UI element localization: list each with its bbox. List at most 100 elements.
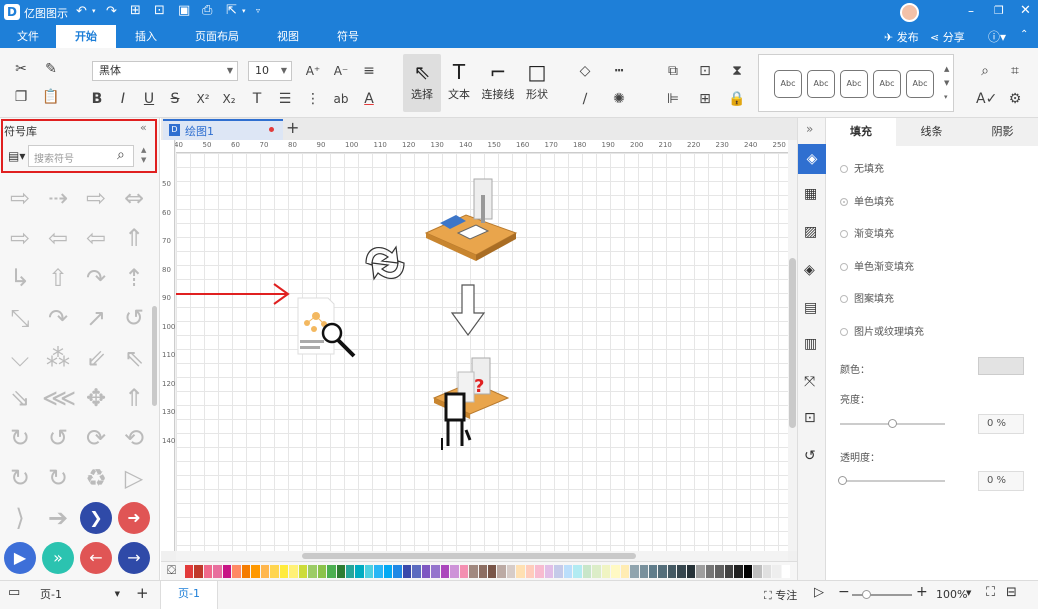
color-swatch[interactable] <box>592 565 601 578</box>
color-swatch[interactable] <box>554 565 563 578</box>
search-icon[interactable]: ⌕ <box>117 147 125 163</box>
brightness-slider[interactable] <box>840 419 945 428</box>
play-icon[interactable]: ▷ <box>814 585 824 600</box>
distribute-icon[interactable]: ⊞ <box>696 90 714 108</box>
color-swatch[interactable] <box>364 565 374 578</box>
color-swatch[interactable] <box>232 565 241 578</box>
color-swatch[interactable] <box>686 565 696 578</box>
symbol-item[interactable]: ⇔ <box>118 182 150 214</box>
symbol-item[interactable]: ❯ <box>80 502 112 534</box>
color-swatch[interactable] <box>582 565 592 578</box>
color-swatch[interactable] <box>573 565 582 578</box>
effects-icon[interactable]: ✺ <box>610 90 628 108</box>
symbol-item[interactable]: ↻ <box>4 462 36 494</box>
flip-icon[interactable]: ⧗ <box>728 62 746 80</box>
help-icon[interactable]: ⓘ▾ <box>988 28 1006 45</box>
color-swatch[interactable] <box>421 565 431 578</box>
color-swatch[interactable] <box>308 565 317 578</box>
tab-line[interactable]: 线条 <box>896 118 967 146</box>
symbol-item[interactable]: ⇢ <box>42 182 74 214</box>
layers-panel-icon[interactable]: ◈ <box>804 262 815 278</box>
redo-icon[interactable]: ↷ <box>106 4 117 19</box>
menu-file[interactable]: 文件 <box>0 25 56 48</box>
color-swatch[interactable] <box>734 565 743 578</box>
symbol-item[interactable]: ▷ <box>118 462 150 494</box>
cut-icon[interactable]: ✂ <box>12 60 30 78</box>
color-swatch[interactable] <box>289 565 298 578</box>
symbol-item[interactable]: ⌵ <box>4 342 36 374</box>
share-button[interactable]: ⋖ 分享 <box>930 29 965 45</box>
new-icon[interactable]: ⊞ <box>130 3 141 18</box>
symbol-item[interactable]: ↷ <box>80 262 112 294</box>
color-swatch[interactable] <box>393 565 402 578</box>
menu-page-layout[interactable]: 页面布局 <box>176 25 258 48</box>
transparency-input[interactable]: 0 % <box>978 471 1024 491</box>
library-menu-icon[interactable]: ▤▾ <box>8 149 25 163</box>
focus-mode-button[interactable]: ⛶ 专注 <box>764 587 797 603</box>
strikethrough-icon[interactable]: S <box>166 90 184 108</box>
paste-icon[interactable]: 📋 <box>42 88 60 106</box>
crop-icon[interactable]: ⌗ <box>1006 62 1024 80</box>
color-swatch[interactable] <box>762 565 772 578</box>
color-swatch[interactable] <box>648 565 658 578</box>
fill-option[interactable]: 渐变填充 <box>840 225 894 240</box>
color-swatch[interactable] <box>544 565 554 578</box>
tab-shadow[interactable]: 阴影 <box>967 118 1038 146</box>
symbol-item[interactable]: ♻ <box>80 462 112 494</box>
undo-icon[interactable]: ↶ <box>76 4 87 19</box>
color-swatch[interactable] <box>677 565 686 578</box>
fill-option[interactable]: 无填充 <box>840 160 884 175</box>
spellcheck-icon[interactable]: A✓ <box>976 90 997 108</box>
color-swatch[interactable] <box>715 565 724 578</box>
symbol-item[interactable]: ↺ <box>118 302 150 334</box>
zoom-dropdown-icon[interactable]: ▼ <box>966 589 971 597</box>
menu-view[interactable]: 视图 <box>258 25 318 48</box>
arrange-icon[interactable]: ⧉ <box>664 62 682 80</box>
color-swatch[interactable] <box>450 565 459 578</box>
format-painter-icon[interactable]: ✎ <box>42 60 60 78</box>
copy-icon[interactable]: ❐ <box>12 88 30 106</box>
print-icon[interactable]: ⎙ <box>202 3 212 18</box>
symbol-search-input[interactable]: 搜索符号 ⌕ <box>28 145 134 167</box>
restore-icon[interactable]: ❐ <box>994 4 1004 17</box>
symbol-item[interactable]: ⇙ <box>80 342 112 374</box>
fill-option[interactable]: 图片或纹理填充 <box>840 323 924 338</box>
refresh-cycle-icon[interactable] <box>365 245 405 281</box>
collapse-panel-icon[interactable]: « <box>140 121 147 134</box>
group-icon[interactable]: ⊡ <box>696 62 714 80</box>
symbol-item[interactable]: ⋘ <box>42 382 76 414</box>
symbol-item[interactable]: ⟩ <box>4 502 36 534</box>
color-swatch[interactable] <box>412 565 421 578</box>
font-size-select[interactable]: 10 ▼ <box>248 61 292 81</box>
fill-option[interactable]: 单色填充 <box>840 193 894 208</box>
symbol-item[interactable]: ⇦ <box>42 222 74 254</box>
underline-icon[interactable]: U <box>140 90 158 108</box>
line-color-icon[interactable]: ∕ <box>576 90 594 108</box>
color-swatch[interactable] <box>705 565 715 578</box>
color-swatch[interactable] <box>459 565 469 578</box>
color-swatch[interactable] <box>535 565 544 578</box>
color-swatch[interactable] <box>506 565 516 578</box>
text-case-icon[interactable]: T <box>248 90 266 108</box>
symbol-item[interactable]: ↺ <box>42 422 74 454</box>
connector-tool-button[interactable]: ⌐ 连接线 <box>478 54 518 112</box>
symbol-item[interactable]: ⇧ <box>42 262 74 294</box>
close-icon[interactable]: ✕ <box>1020 3 1031 18</box>
line-style-icon[interactable]: ┅ <box>610 62 628 80</box>
document-search-icon[interactable] <box>297 297 356 358</box>
increase-font-icon[interactable]: A⁺ <box>304 62 322 80</box>
fit-width-icon[interactable]: ⊟ <box>1006 585 1017 600</box>
style-preset-4[interactable]: Abc <box>873 70 901 98</box>
color-swatch[interactable] <box>620 565 630 578</box>
brightness-input[interactable]: 0 % <box>978 414 1024 434</box>
symbol-item[interactable]: ⇑ <box>118 222 150 254</box>
color-swatch[interactable] <box>658 565 667 578</box>
symbol-item[interactable]: ⇨ <box>4 182 36 214</box>
zoom-slider-knob[interactable] <box>862 590 871 599</box>
color-swatch[interactable] <box>525 565 535 578</box>
color-swatch[interactable] <box>241 565 251 578</box>
style-preset-5[interactable]: Abc <box>906 70 934 98</box>
symbols-scrollbar[interactable] <box>152 306 157 406</box>
minimize-icon[interactable]: – <box>968 4 974 18</box>
symbol-item[interactable]: ⇖ <box>118 342 150 374</box>
